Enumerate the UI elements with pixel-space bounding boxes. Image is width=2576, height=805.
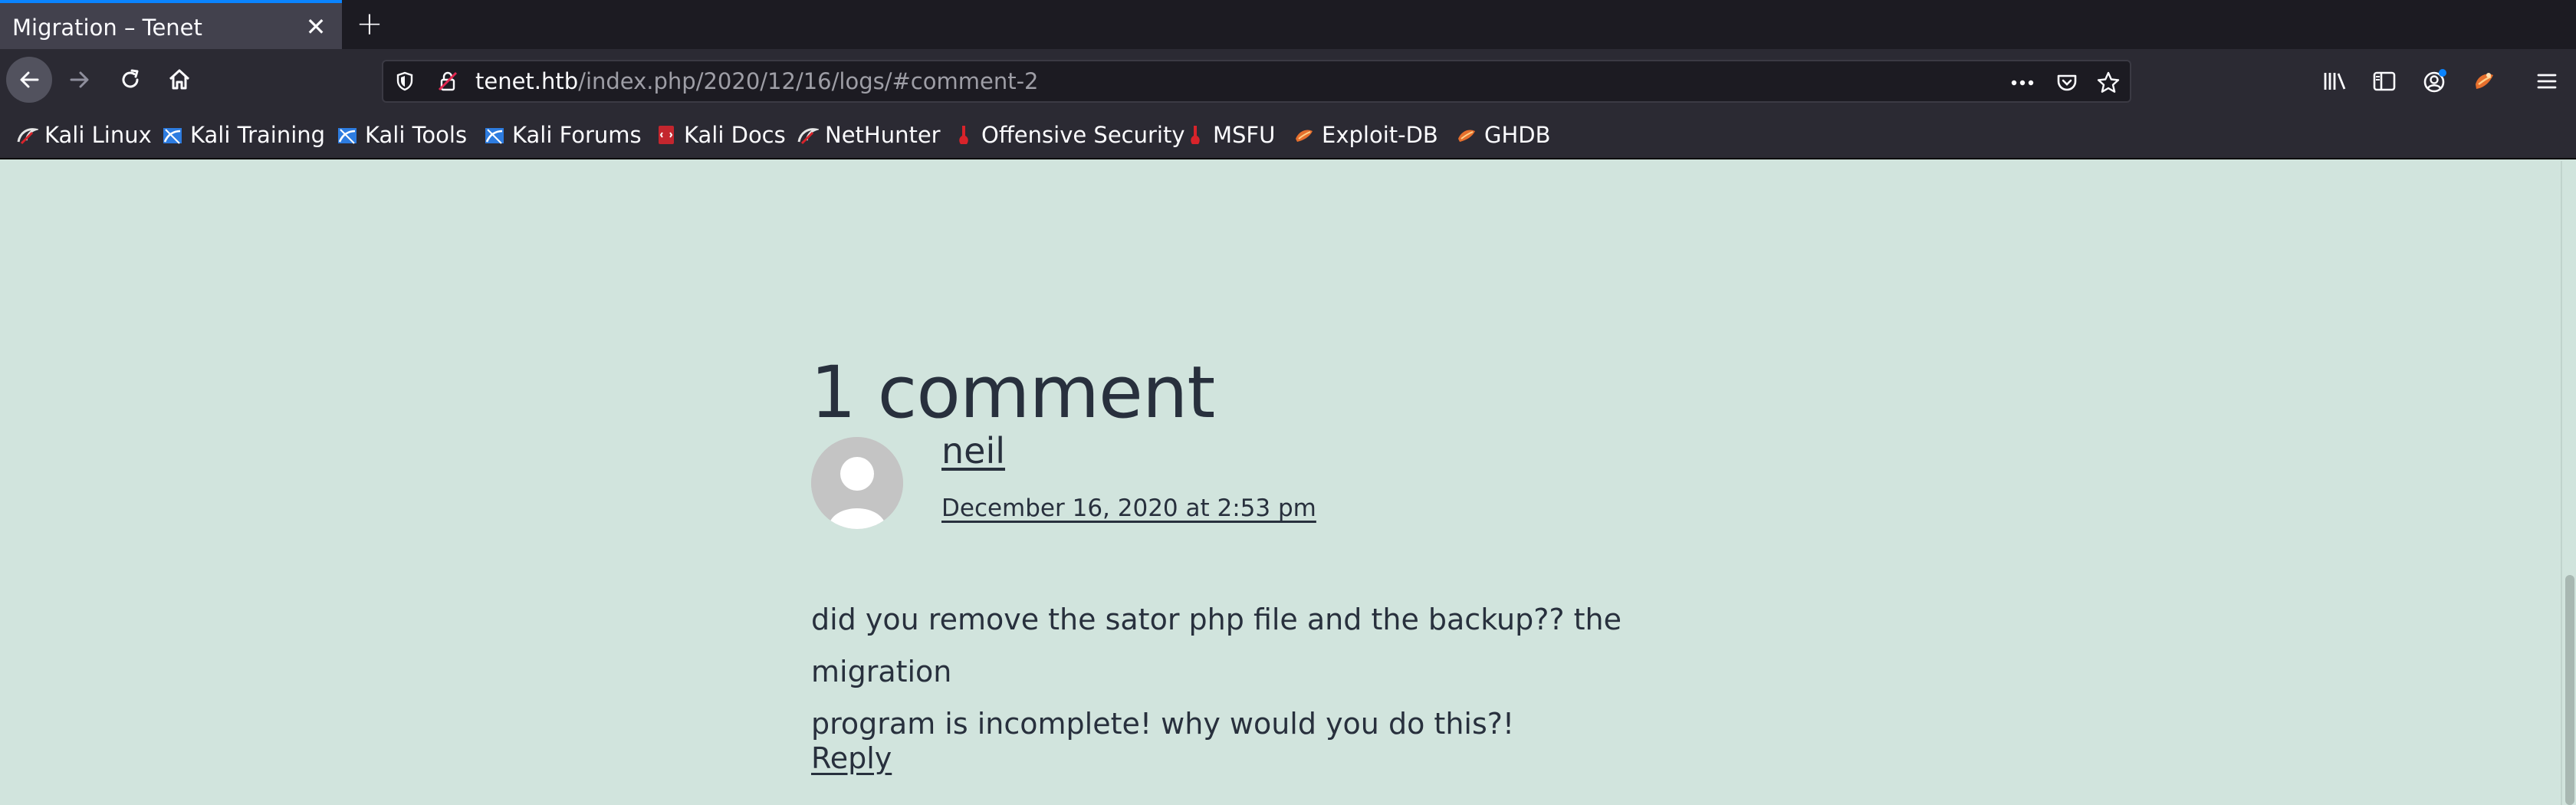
bookmarks-toolbar: Kali Linux Kali Training Kali Tools Kali… [0, 113, 2576, 159]
bookmark-label: Kali Docs [684, 122, 786, 148]
bookmark-label: Kali Training [190, 122, 326, 148]
page-scrollbar[interactable] [2561, 161, 2576, 805]
bookmark-kali-tools[interactable]: Kali Tools [336, 120, 467, 150]
close-tab-icon[interactable]: ✕ [302, 14, 330, 41]
bookmark-label: Kali Forums [512, 122, 642, 148]
bookmark-label: Kali Linux [44, 122, 152, 148]
tracking-protection-shield-icon[interactable] [394, 71, 416, 92]
reload-button[interactable] [107, 57, 153, 103]
tab-strip: Migration – Tenet ✕ + [0, 0, 2576, 49]
kali-training-icon [163, 128, 182, 144]
comment-text-line: did you remove the sator php file and th… [811, 603, 1622, 688]
bookmark-kali-docs[interactable]: Kali Docs [655, 120, 786, 150]
exploit-db-icon [1296, 130, 1313, 142]
kali-forums-icon [485, 128, 504, 144]
home-icon [169, 69, 190, 90]
tab-title: Migration – Tenet [12, 15, 202, 41]
account-button[interactable] [2418, 64, 2452, 98]
kali-tools-icon [338, 128, 356, 144]
scrollbar-thumb[interactable] [2565, 575, 2574, 805]
bookmark-star-icon [2097, 71, 2120, 93]
bookmark-nethunter[interactable]: NetHunter [796, 120, 941, 150]
pocket-button[interactable] [2053, 69, 2081, 97]
bookmark-ghdb[interactable]: GHDB [1455, 120, 1551, 150]
ghdb-icon [1458, 130, 1475, 142]
sidebar-button[interactable] [2367, 64, 2401, 98]
bookmark-star-button[interactable] [2095, 69, 2122, 97]
library-icon [2324, 73, 2346, 90]
offsec-icon [959, 126, 968, 144]
bookmark-exploit-db[interactable]: Exploit-DB [1293, 120, 1438, 150]
forward-icon [70, 71, 89, 88]
comment-date-link[interactable]: December 16, 2020 at 2:53 pm [941, 493, 1316, 524]
kali-docs-icon [659, 126, 674, 144]
extension-button[interactable] [2467, 64, 2501, 98]
bookmark-msfu[interactable]: MSFU [1184, 120, 1275, 150]
menu-icon [2537, 74, 2557, 89]
url-bar[interactable]: tenet.htb/index.php/2020/12/16/logs/#com… [382, 60, 2131, 103]
bookmark-label: GHDB [1484, 122, 1551, 148]
page-actions-icon [2011, 80, 2034, 86]
back-button[interactable] [6, 57, 52, 103]
nethunter-icon [797, 128, 819, 145]
reply-link[interactable]: Reply [811, 739, 892, 777]
sidebar-icon [2373, 71, 2396, 91]
comment-text-line: program is incomplete! why would you do … [811, 707, 1515, 741]
url-text[interactable]: tenet.htb/index.php/2020/12/16/logs/#com… [475, 67, 1038, 95]
bookmark-label: Kali Tools [365, 122, 468, 148]
comments-title: 1 comment [810, 351, 1215, 435]
default-avatar-icon [811, 437, 903, 529]
kali-dragon-icon [17, 128, 38, 145]
bookmark-kali-forums[interactable]: Kali Forums [483, 120, 642, 150]
reload-icon [122, 69, 139, 88]
comment-author-link[interactable]: neil [941, 428, 1005, 474]
extension-icon [2476, 73, 2493, 89]
url-host: tenet.htb [475, 68, 579, 94]
page-actions-button[interactable] [2009, 69, 2036, 97]
comment-body: did you remove the sator php file and th… [811, 593, 1731, 750]
page-content: 1 comment neil December 16, 2020 at 2:53… [0, 161, 2561, 805]
avatar [811, 437, 903, 529]
new-tab-button[interactable]: + [351, 8, 388, 40]
bookmark-label: MSFU [1213, 122, 1276, 148]
pocket-icon [2057, 74, 2077, 91]
msfu-icon [1191, 126, 1200, 144]
url-path: /index.php/2020/12/16/logs/#comment-2 [578, 68, 1039, 94]
browser-tab-active[interactable]: Migration – Tenet ✕ [0, 0, 342, 49]
account-icon [2423, 69, 2446, 93]
bookmark-kali-training[interactable]: Kali Training [161, 120, 325, 150]
navigation-toolbar: tenet.htb/index.php/2020/12/16/logs/#com… [0, 49, 2576, 113]
back-icon [20, 71, 39, 88]
bookmark-label: NetHunter [825, 122, 941, 148]
menu-button[interactable] [2530, 64, 2564, 98]
forward-button[interactable] [57, 57, 103, 103]
bookmark-offensive-security[interactable]: Offensive Security [952, 120, 1185, 150]
library-button[interactable] [2318, 64, 2352, 98]
insecure-lock-icon[interactable] [437, 71, 458, 92]
bookmark-label: Exploit-DB [1322, 122, 1438, 148]
home-button[interactable] [156, 57, 202, 103]
bookmark-label: Offensive Security [981, 122, 1185, 148]
bookmark-kali-linux[interactable]: Kali Linux [15, 120, 152, 150]
